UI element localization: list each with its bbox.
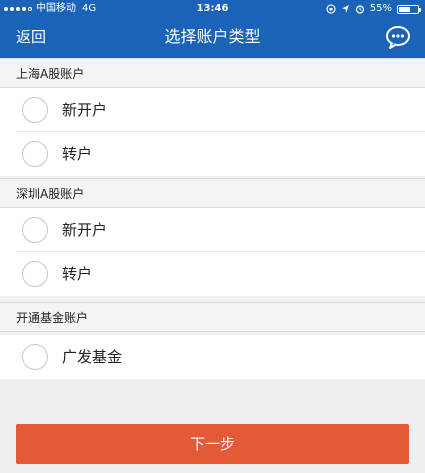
status-bar: 中国移动 4G 13:46 55% <box>0 0 425 18</box>
nav-bar: 返回 选择账户类型 <box>0 18 425 58</box>
radio-button[interactable] <box>22 217 48 243</box>
section-header-shenzhen: 深圳A股账户 <box>0 178 425 208</box>
section-header-fund: 开通基金账户 <box>0 302 425 332</box>
section-header-shanghai: 上海A股账户 <box>0 58 425 88</box>
option-label: 转户 <box>62 145 93 163</box>
option-label: 新开户 <box>62 221 108 239</box>
option-label: 广发基金 <box>62 348 123 366</box>
option-label: 转户 <box>62 265 93 283</box>
battery-fill <box>399 6 410 12</box>
radio-button[interactable] <box>22 344 48 370</box>
screen: 中国移动 4G 13:46 55% 返回 选择账户类型 上海A股账户 新开户 转… <box>0 0 425 473</box>
option-shenzhen-new-account[interactable]: 新开户 <box>0 208 425 252</box>
radio-button[interactable] <box>22 97 48 123</box>
option-shanghai-transfer[interactable]: 转户 <box>0 132 425 176</box>
location-arrow-icon <box>341 5 349 13</box>
battery-percent: 55% <box>369 3 392 14</box>
chat-bubble-icon[interactable] <box>385 25 411 49</box>
alarm-icon <box>355 5 364 14</box>
battery-icon <box>397 4 421 14</box>
radio-button[interactable] <box>22 261 48 287</box>
option-shenzhen-transfer[interactable]: 转户 <box>0 252 425 296</box>
option-gf-fund[interactable]: 广发基金 <box>0 335 425 379</box>
status-right: 55% <box>326 0 421 18</box>
radio-button[interactable] <box>22 141 48 167</box>
option-label: 新开户 <box>62 101 108 119</box>
lock-rotation-icon <box>326 4 336 14</box>
option-shanghai-new-account[interactable]: 新开户 <box>0 88 425 132</box>
next-step-button[interactable]: 下一步 <box>16 424 409 464</box>
page-title: 选择账户类型 <box>164 27 261 46</box>
